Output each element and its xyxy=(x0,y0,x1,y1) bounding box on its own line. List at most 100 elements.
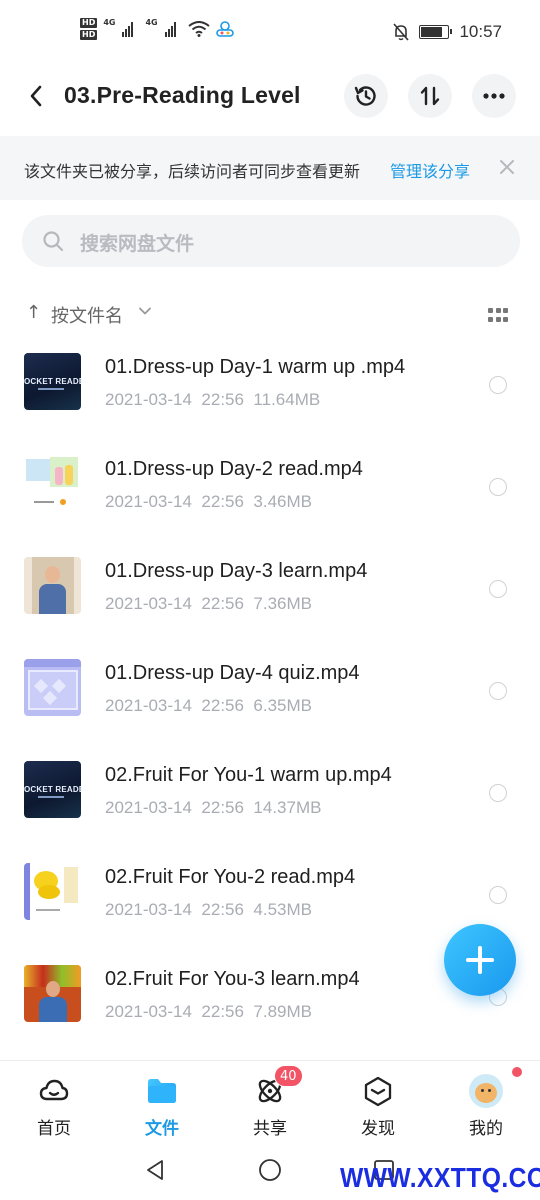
history-icon xyxy=(354,86,376,106)
hd-label-1: HD xyxy=(80,18,98,28)
home-circle-icon[interactable] xyxy=(258,1158,282,1182)
clock: 10:57 xyxy=(459,22,502,41)
file-row[interactable]: 02.Fruit For You-2 read.mp4 2021-03-14 2… xyxy=(0,842,540,944)
close-icon xyxy=(500,160,514,174)
tab-label: 文件 xyxy=(145,1119,179,1139)
sort-arrow-icon: ↑ xyxy=(26,302,42,323)
file-time: 22:56 xyxy=(201,492,244,511)
mute-bell-icon xyxy=(393,23,410,41)
file-meta: 2021-03-14 22:56 7.89MB xyxy=(105,1002,312,1022)
share-notice-text: 该文件夹已被分享，后续访问者可同步查看更新 xyxy=(24,162,361,181)
grid-view-icon[interactable] xyxy=(488,308,508,322)
select-checkbox[interactable] xyxy=(489,580,507,598)
home-cloud-icon xyxy=(39,1079,69,1101)
back-button[interactable] xyxy=(22,82,50,110)
transfer-button[interactable] xyxy=(408,74,452,118)
notice-close-button[interactable] xyxy=(496,156,518,178)
file-row[interactable]: 01.Dress-up Day-2 read.mp4 2021-03-14 22… xyxy=(0,434,540,536)
signal-icon xyxy=(122,21,134,37)
avatar-icon xyxy=(469,1074,503,1108)
signal-icon xyxy=(164,21,176,37)
video-thumbnail: ROCKET READERS xyxy=(24,353,81,410)
tab-label: 我的 xyxy=(469,1119,503,1139)
history-button[interactable] xyxy=(344,74,388,118)
more-icon xyxy=(483,93,505,99)
file-time: 22:56 xyxy=(201,798,244,817)
status-right: 10:57 xyxy=(393,22,502,42)
tab-files[interactable]: 文件 xyxy=(108,1061,216,1149)
file-date: 2021-03-14 xyxy=(105,594,192,613)
chevron-left-icon xyxy=(30,85,42,107)
file-size: 7.89MB xyxy=(253,1002,313,1021)
file-meta: 2021-03-14 22:56 7.36MB xyxy=(105,594,312,614)
select-checkbox[interactable] xyxy=(489,682,507,700)
file-name: 01.Dress-up Day-3 learn.mp4 xyxy=(105,560,368,582)
file-size: 6.35MB xyxy=(253,696,313,715)
file-row[interactable]: ROCKET READERS 01.Dress-up Day-1 warm up… xyxy=(0,332,540,434)
battery-icon xyxy=(419,25,453,39)
thumbnail-text: ROCKET READERS xyxy=(24,785,81,794)
file-name: 01.Dress-up Day-2 read.mp4 xyxy=(105,458,363,480)
cloud-app-icon xyxy=(215,21,234,37)
video-thumbnail xyxy=(24,863,81,920)
file-meta: 2021-03-14 22:56 3.46MB xyxy=(105,492,312,512)
file-time: 22:56 xyxy=(201,900,244,919)
more-button[interactable] xyxy=(472,74,516,118)
select-checkbox[interactable] xyxy=(489,784,507,802)
network-label-2: 4G xyxy=(145,18,158,27)
file-name: 02.Fruit For You-1 warm up.mp4 xyxy=(105,764,392,786)
search-input[interactable]: 搜索网盘文件 xyxy=(22,215,520,267)
file-time: 22:56 xyxy=(201,696,244,715)
tab-home[interactable]: 首页 xyxy=(0,1061,108,1149)
file-time: 22:56 xyxy=(201,594,244,613)
tab-discover[interactable]: 发现 xyxy=(324,1061,432,1149)
manage-share-link[interactable]: 管理该分享 xyxy=(390,158,470,182)
file-meta: 2021-03-14 22:56 14.37MB xyxy=(105,798,321,818)
select-checkbox[interactable] xyxy=(489,478,507,496)
select-checkbox[interactable] xyxy=(489,886,507,904)
video-thumbnail: ROCKET READERS xyxy=(24,761,81,818)
add-button[interactable] xyxy=(444,924,516,996)
tab-share[interactable]: 40 共享 xyxy=(216,1061,324,1149)
file-time: 22:56 xyxy=(201,390,244,409)
select-checkbox[interactable] xyxy=(489,376,507,394)
file-date: 2021-03-14 xyxy=(105,696,192,715)
watermark: WWW.XXTTQ.COM xyxy=(340,1162,540,1193)
sort-by-name-button[interactable]: 按文件名 xyxy=(51,302,123,328)
file-name: 02.Fruit For You-2 read.mp4 xyxy=(105,866,356,888)
file-name: 01.Dress-up Day-4 quiz.mp4 xyxy=(105,662,360,684)
transfer-icon xyxy=(420,86,440,106)
tab-label: 发现 xyxy=(361,1119,395,1139)
share-notice-bar: 该文件夹已被分享，后续访问者可同步查看更新 管理该分享 xyxy=(0,136,540,200)
notification-badge: 40 xyxy=(274,1065,303,1087)
discover-cube-icon xyxy=(364,1076,392,1107)
file-row[interactable]: ROCKET READERS 02.Fruit For You-1 warm u… xyxy=(0,740,540,842)
file-name: 01.Dress-up Day-1 warm up .mp4 xyxy=(105,356,406,378)
file-meta: 2021-03-14 22:56 4.53MB xyxy=(105,900,312,920)
file-row[interactable]: 01.Dress-up Day-3 learn.mp4 2021-03-14 2… xyxy=(0,536,540,638)
network-label-1: 4G xyxy=(103,18,116,27)
sort-bar: ↑ 按文件名 xyxy=(0,296,540,332)
video-thumbnail xyxy=(24,965,81,1022)
status-left: HD HD 4G 4G xyxy=(80,18,234,40)
page-title: 03.Pre-Reading Level xyxy=(64,82,301,108)
tab-me[interactable]: 我的 xyxy=(432,1061,540,1149)
file-size: 11.64MB xyxy=(253,390,321,409)
back-triangle-icon[interactable] xyxy=(143,1158,167,1182)
file-time: 22:56 xyxy=(201,1002,244,1021)
file-meta: 2021-03-14 22:56 11.64MB xyxy=(105,390,320,410)
file-name: 02.Fruit For You-3 learn.mp4 xyxy=(105,968,360,990)
bottom-nav: 首页 文件 40 共享 发现 我的 xyxy=(0,1060,540,1148)
file-meta: 2021-03-14 22:56 6.35MB xyxy=(105,696,312,716)
file-size: 4.53MB xyxy=(253,900,313,919)
search-placeholder: 搜索网盘文件 xyxy=(80,233,195,255)
file-size: 3.46MB xyxy=(253,492,313,511)
app-header: 03.Pre-Reading Level xyxy=(0,66,540,128)
hd-indicator: HD HD xyxy=(80,18,98,40)
folder-icon xyxy=(148,1079,176,1103)
file-row[interactable]: 01.Dress-up Day-4 quiz.mp4 2021-03-14 22… xyxy=(0,638,540,740)
file-size: 14.37MB xyxy=(253,798,322,817)
hd-label-2: HD xyxy=(80,30,98,40)
file-date: 2021-03-14 xyxy=(105,798,192,817)
status-bar: HD HD 4G 4G 10:57 xyxy=(0,0,540,66)
